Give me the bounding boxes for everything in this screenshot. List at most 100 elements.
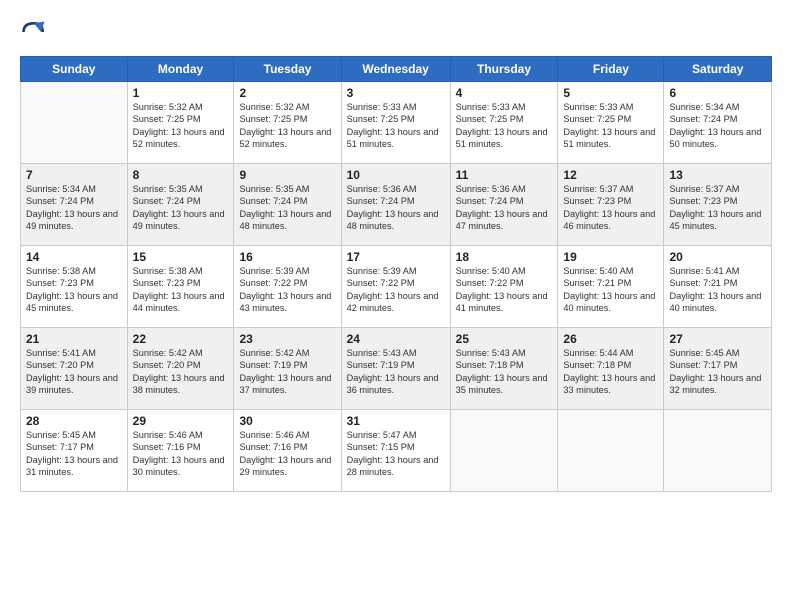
day-info: Sunrise: 5:46 AM Sunset: 7:16 PM Dayligh… [239, 429, 335, 479]
day-info: Sunrise: 5:35 AM Sunset: 7:24 PM Dayligh… [239, 183, 335, 233]
week-row-1: 1Sunrise: 5:32 AM Sunset: 7:25 PM Daylig… [21, 82, 772, 164]
calendar-cell: 15Sunrise: 5:38 AM Sunset: 7:23 PM Dayli… [127, 246, 234, 328]
day-number: 2 [239, 86, 335, 100]
calendar-cell [21, 82, 128, 164]
day-info: Sunrise: 5:38 AM Sunset: 7:23 PM Dayligh… [26, 265, 122, 315]
day-number: 30 [239, 414, 335, 428]
calendar-cell: 20Sunrise: 5:41 AM Sunset: 7:21 PM Dayli… [664, 246, 772, 328]
day-number: 5 [563, 86, 658, 100]
calendar-cell: 28Sunrise: 5:45 AM Sunset: 7:17 PM Dayli… [21, 410, 128, 492]
calendar-cell: 25Sunrise: 5:43 AM Sunset: 7:18 PM Dayli… [450, 328, 558, 410]
weekday-header-sunday: Sunday [21, 57, 128, 82]
day-info: Sunrise: 5:46 AM Sunset: 7:16 PM Dayligh… [133, 429, 229, 479]
calendar-cell: 10Sunrise: 5:36 AM Sunset: 7:24 PM Dayli… [341, 164, 450, 246]
day-number: 15 [133, 250, 229, 264]
day-info: Sunrise: 5:44 AM Sunset: 7:18 PM Dayligh… [563, 347, 658, 397]
day-info: Sunrise: 5:39 AM Sunset: 7:22 PM Dayligh… [347, 265, 445, 315]
day-number: 1 [133, 86, 229, 100]
day-info: Sunrise: 5:42 AM Sunset: 7:19 PM Dayligh… [239, 347, 335, 397]
page: SundayMondayTuesdayWednesdayThursdayFrid… [0, 0, 792, 612]
day-info: Sunrise: 5:41 AM Sunset: 7:20 PM Dayligh… [26, 347, 122, 397]
weekday-header-wednesday: Wednesday [341, 57, 450, 82]
calendar-cell: 2Sunrise: 5:32 AM Sunset: 7:25 PM Daylig… [234, 82, 341, 164]
day-number: 22 [133, 332, 229, 346]
calendar-cell: 18Sunrise: 5:40 AM Sunset: 7:22 PM Dayli… [450, 246, 558, 328]
day-info: Sunrise: 5:45 AM Sunset: 7:17 PM Dayligh… [26, 429, 122, 479]
day-info: Sunrise: 5:42 AM Sunset: 7:20 PM Dayligh… [133, 347, 229, 397]
day-info: Sunrise: 5:43 AM Sunset: 7:19 PM Dayligh… [347, 347, 445, 397]
day-number: 11 [456, 168, 553, 182]
day-info: Sunrise: 5:35 AM Sunset: 7:24 PM Dayligh… [133, 183, 229, 233]
calendar-cell: 26Sunrise: 5:44 AM Sunset: 7:18 PM Dayli… [558, 328, 664, 410]
calendar-cell: 21Sunrise: 5:41 AM Sunset: 7:20 PM Dayli… [21, 328, 128, 410]
day-info: Sunrise: 5:34 AM Sunset: 7:24 PM Dayligh… [26, 183, 122, 233]
day-number: 10 [347, 168, 445, 182]
calendar-cell: 16Sunrise: 5:39 AM Sunset: 7:22 PM Dayli… [234, 246, 341, 328]
day-number: 20 [669, 250, 766, 264]
day-number: 28 [26, 414, 122, 428]
calendar-cell: 31Sunrise: 5:47 AM Sunset: 7:15 PM Dayli… [341, 410, 450, 492]
logo-icon [20, 18, 48, 46]
calendar-cell: 22Sunrise: 5:42 AM Sunset: 7:20 PM Dayli… [127, 328, 234, 410]
calendar-cell [450, 410, 558, 492]
day-number: 27 [669, 332, 766, 346]
day-number: 8 [133, 168, 229, 182]
day-info: Sunrise: 5:43 AM Sunset: 7:18 PM Dayligh… [456, 347, 553, 397]
calendar: SundayMondayTuesdayWednesdayThursdayFrid… [20, 56, 772, 492]
calendar-cell: 29Sunrise: 5:46 AM Sunset: 7:16 PM Dayli… [127, 410, 234, 492]
day-info: Sunrise: 5:37 AM Sunset: 7:23 PM Dayligh… [669, 183, 766, 233]
calendar-cell: 6Sunrise: 5:34 AM Sunset: 7:24 PM Daylig… [664, 82, 772, 164]
day-info: Sunrise: 5:33 AM Sunset: 7:25 PM Dayligh… [347, 101, 445, 151]
week-row-3: 14Sunrise: 5:38 AM Sunset: 7:23 PM Dayli… [21, 246, 772, 328]
day-number: 18 [456, 250, 553, 264]
day-number: 7 [26, 168, 122, 182]
weekday-header-tuesday: Tuesday [234, 57, 341, 82]
calendar-cell [558, 410, 664, 492]
day-number: 19 [563, 250, 658, 264]
calendar-cell: 27Sunrise: 5:45 AM Sunset: 7:17 PM Dayli… [664, 328, 772, 410]
calendar-cell: 8Sunrise: 5:35 AM Sunset: 7:24 PM Daylig… [127, 164, 234, 246]
day-info: Sunrise: 5:33 AM Sunset: 7:25 PM Dayligh… [456, 101, 553, 151]
week-row-5: 28Sunrise: 5:45 AM Sunset: 7:17 PM Dayli… [21, 410, 772, 492]
week-row-4: 21Sunrise: 5:41 AM Sunset: 7:20 PM Dayli… [21, 328, 772, 410]
day-number: 24 [347, 332, 445, 346]
weekday-header-thursday: Thursday [450, 57, 558, 82]
day-info: Sunrise: 5:47 AM Sunset: 7:15 PM Dayligh… [347, 429, 445, 479]
weekday-header-monday: Monday [127, 57, 234, 82]
day-number: 9 [239, 168, 335, 182]
calendar-cell: 17Sunrise: 5:39 AM Sunset: 7:22 PM Dayli… [341, 246, 450, 328]
day-number: 23 [239, 332, 335, 346]
day-number: 26 [563, 332, 658, 346]
calendar-cell: 19Sunrise: 5:40 AM Sunset: 7:21 PM Dayli… [558, 246, 664, 328]
calendar-cell [664, 410, 772, 492]
calendar-cell: 3Sunrise: 5:33 AM Sunset: 7:25 PM Daylig… [341, 82, 450, 164]
day-info: Sunrise: 5:32 AM Sunset: 7:25 PM Dayligh… [133, 101, 229, 151]
day-number: 6 [669, 86, 766, 100]
day-info: Sunrise: 5:34 AM Sunset: 7:24 PM Dayligh… [669, 101, 766, 151]
day-number: 14 [26, 250, 122, 264]
day-number: 31 [347, 414, 445, 428]
day-number: 21 [26, 332, 122, 346]
day-info: Sunrise: 5:32 AM Sunset: 7:25 PM Dayligh… [239, 101, 335, 151]
header [20, 18, 772, 46]
calendar-cell: 4Sunrise: 5:33 AM Sunset: 7:25 PM Daylig… [450, 82, 558, 164]
day-info: Sunrise: 5:40 AM Sunset: 7:22 PM Dayligh… [456, 265, 553, 315]
calendar-cell: 12Sunrise: 5:37 AM Sunset: 7:23 PM Dayli… [558, 164, 664, 246]
logo [20, 18, 52, 46]
week-row-2: 7Sunrise: 5:34 AM Sunset: 7:24 PM Daylig… [21, 164, 772, 246]
weekday-header-friday: Friday [558, 57, 664, 82]
day-info: Sunrise: 5:36 AM Sunset: 7:24 PM Dayligh… [347, 183, 445, 233]
day-info: Sunrise: 5:39 AM Sunset: 7:22 PM Dayligh… [239, 265, 335, 315]
weekday-header-row: SundayMondayTuesdayWednesdayThursdayFrid… [21, 57, 772, 82]
day-info: Sunrise: 5:38 AM Sunset: 7:23 PM Dayligh… [133, 265, 229, 315]
day-number: 12 [563, 168, 658, 182]
day-info: Sunrise: 5:33 AM Sunset: 7:25 PM Dayligh… [563, 101, 658, 151]
calendar-cell: 13Sunrise: 5:37 AM Sunset: 7:23 PM Dayli… [664, 164, 772, 246]
day-info: Sunrise: 5:41 AM Sunset: 7:21 PM Dayligh… [669, 265, 766, 315]
day-info: Sunrise: 5:37 AM Sunset: 7:23 PM Dayligh… [563, 183, 658, 233]
calendar-cell: 14Sunrise: 5:38 AM Sunset: 7:23 PM Dayli… [21, 246, 128, 328]
day-number: 16 [239, 250, 335, 264]
day-info: Sunrise: 5:45 AM Sunset: 7:17 PM Dayligh… [669, 347, 766, 397]
calendar-cell: 11Sunrise: 5:36 AM Sunset: 7:24 PM Dayli… [450, 164, 558, 246]
day-number: 3 [347, 86, 445, 100]
